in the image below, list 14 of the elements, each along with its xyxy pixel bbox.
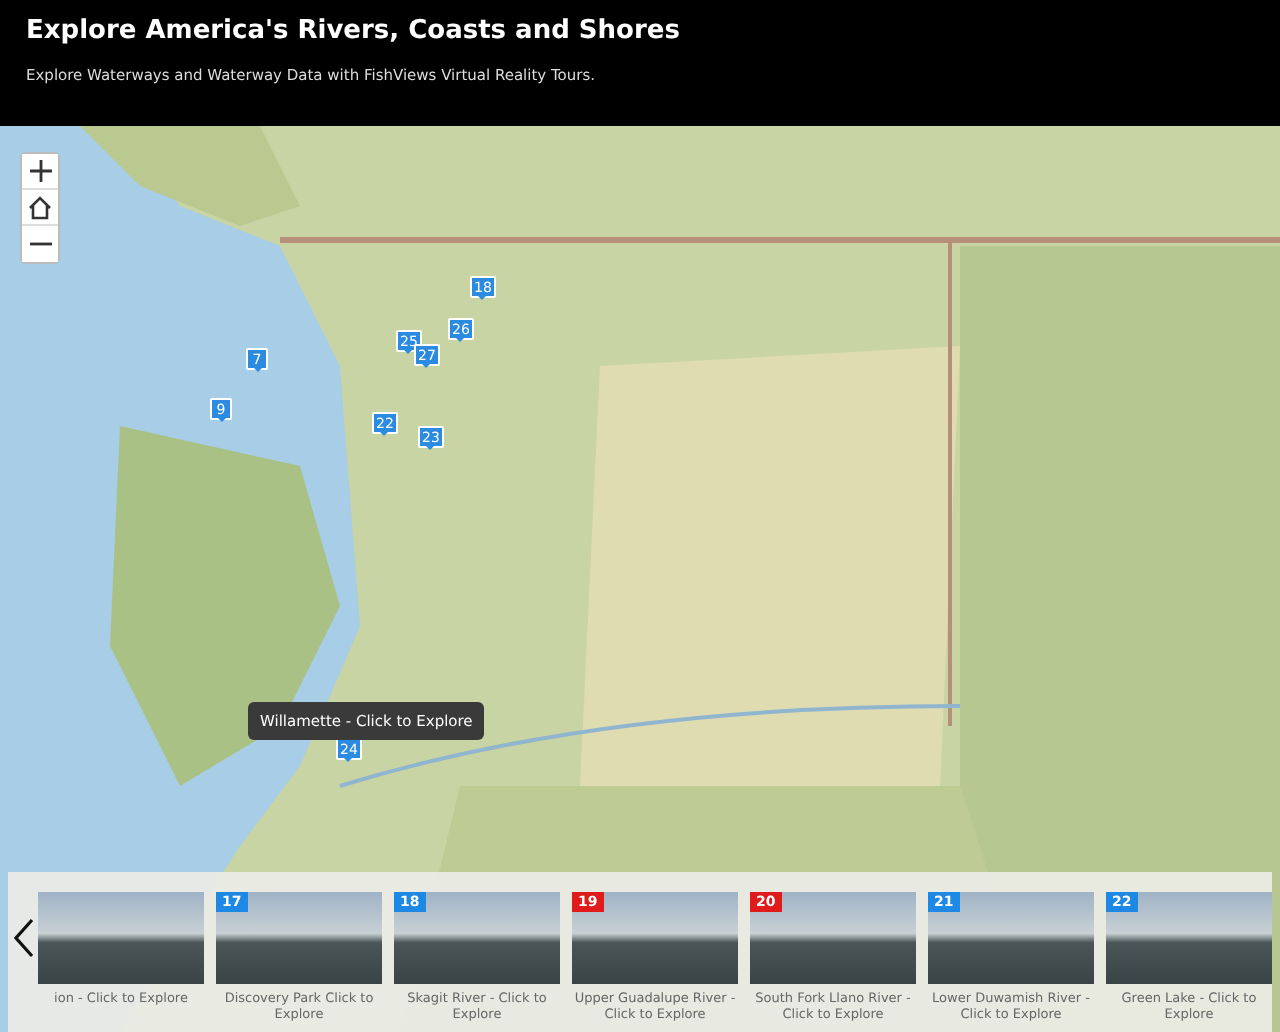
- plus-icon: [29, 160, 51, 182]
- photo-placeholder[interactable]: [928, 892, 1094, 984]
- home-button[interactable]: [22, 190, 58, 226]
- photo-placeholder[interactable]: [750, 892, 916, 984]
- photo-placeholder[interactable]: [38, 892, 204, 984]
- minus-icon: [29, 242, 51, 246]
- photo-placeholder[interactable]: [572, 892, 738, 984]
- photo-placeholder[interactable]: [394, 892, 560, 984]
- photo-placeholder[interactable]: [216, 892, 382, 984]
- photo-placeholder[interactable]: [1106, 892, 1272, 984]
- chevron-left-icon: [13, 918, 33, 958]
- zoom-in-button[interactable]: [22, 154, 58, 190]
- home-icon: [28, 195, 52, 219]
- page-title: Explore America's Rivers, Coasts and Shores: [26, 16, 682, 46]
